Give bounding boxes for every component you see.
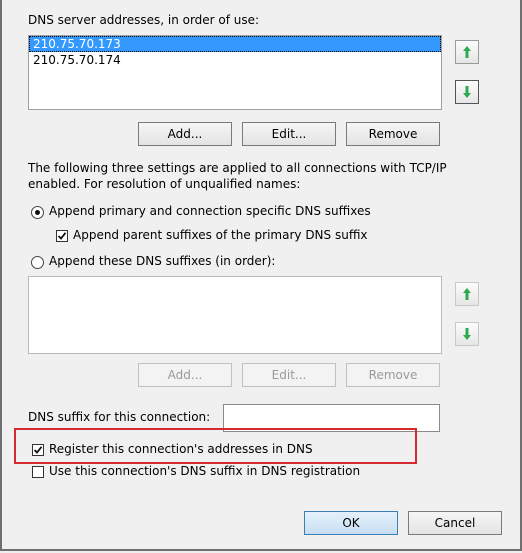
dialog-footer: OK Cancel (4, 501, 520, 547)
suffix-add-button[interactable]: Add... (138, 363, 232, 387)
dns-server-row[interactable]: 210.75.70.174 (29, 52, 441, 68)
append-primary-radio[interactable] (31, 206, 44, 219)
append-parent-checkbox[interactable] (56, 230, 68, 242)
dns-add-button[interactable]: Add... (138, 122, 232, 146)
arrow-down-icon (463, 328, 471, 340)
move-down-button[interactable] (455, 80, 479, 104)
dns-settings-dialog: DNS server addresses, in order of use: 2… (0, 0, 522, 551)
resolution-description-line2: enabled. For resolution of unqualified n… (28, 177, 301, 191)
dns-edit-button[interactable]: Edit... (242, 122, 336, 146)
dns-suffix-list[interactable] (28, 276, 442, 354)
dns-servers-label: DNS server addresses, in order of use: (28, 13, 260, 27)
arrow-up-icon (463, 46, 471, 58)
arrow-down-icon (463, 86, 471, 98)
suffix-remove-button[interactable]: Remove (346, 363, 440, 387)
dns-remove-button[interactable]: Remove (346, 122, 440, 146)
append-parent-label: Append parent suffixes of the primary DN… (73, 228, 368, 242)
arrow-up-icon (463, 288, 471, 300)
ok-button[interactable]: OK (304, 511, 398, 535)
dns-server-list[interactable]: 210.75.70.173 210.75.70.174 (28, 35, 442, 110)
resolution-description-line1: The following three settings are applied… (28, 161, 447, 175)
use-suffix-registration-label: Use this connection's DNS suffix in DNS … (49, 464, 361, 478)
move-up-button[interactable] (455, 40, 479, 64)
checkmark-icon (57, 232, 67, 240)
connection-suffix-label: DNS suffix for this connection: (28, 410, 211, 424)
dns-server-row[interactable]: 210.75.70.173 (29, 36, 441, 52)
suffix-move-up-button[interactable] (455, 282, 479, 306)
suffix-move-down-button[interactable] (455, 322, 479, 346)
use-suffix-registration-checkbox[interactable] (32, 466, 44, 478)
append-these-radio[interactable] (31, 256, 44, 269)
append-primary-label: Append primary and connection specific D… (49, 204, 371, 218)
highlight-box (14, 428, 417, 464)
append-these-label: Append these DNS suffixes (in order): (49, 254, 276, 268)
suffix-edit-button[interactable]: Edit... (242, 363, 336, 387)
cancel-button[interactable]: Cancel (408, 511, 502, 535)
